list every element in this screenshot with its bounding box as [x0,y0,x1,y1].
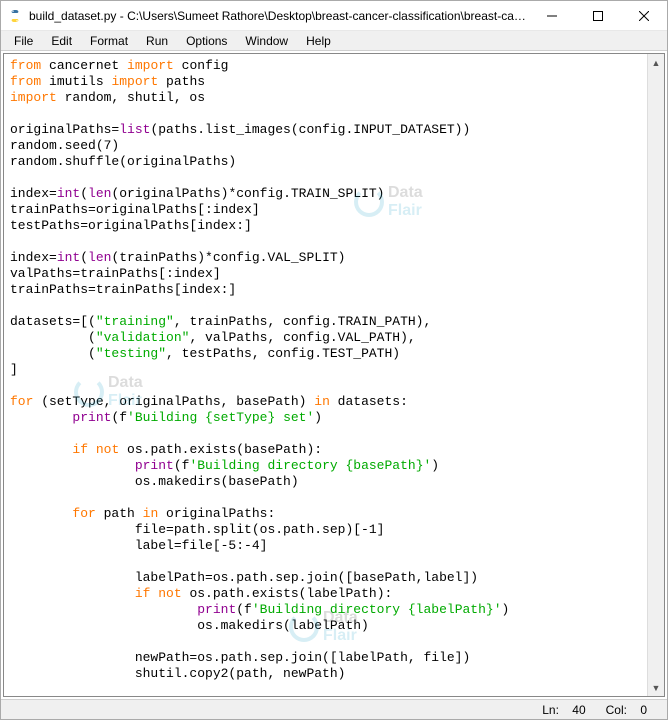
app-icon [7,8,23,24]
status-line: Ln: 40 [532,703,585,717]
minimize-button[interactable] [529,1,575,31]
menu-format[interactable]: Format [81,33,137,49]
maximize-button[interactable] [575,1,621,31]
scroll-up-icon[interactable]: ▲ [648,54,665,71]
code-editor[interactable]: from cancernet import config from imutil… [4,54,647,696]
menu-run[interactable]: Run [137,33,177,49]
menu-file[interactable]: File [5,33,42,49]
titlebar[interactable]: build_dataset.py - C:\Users\Sumeet Ratho… [1,1,667,31]
status-column: Col: 0 [596,703,647,717]
scroll-down-icon[interactable]: ▼ [648,679,665,696]
menu-help[interactable]: Help [297,33,340,49]
menu-window[interactable]: Window [236,33,297,49]
vertical-scrollbar[interactable]: ▲ ▼ [647,54,664,696]
window-title: build_dataset.py - C:\Users\Sumeet Ratho… [29,9,529,23]
statusbar: Ln: 40 Col: 0 [1,699,667,719]
menu-edit[interactable]: Edit [42,33,81,49]
menubar: File Edit Format Run Options Window Help [1,31,667,51]
close-button[interactable] [621,1,667,31]
menu-options[interactable]: Options [177,33,236,49]
scroll-track[interactable] [648,71,664,679]
